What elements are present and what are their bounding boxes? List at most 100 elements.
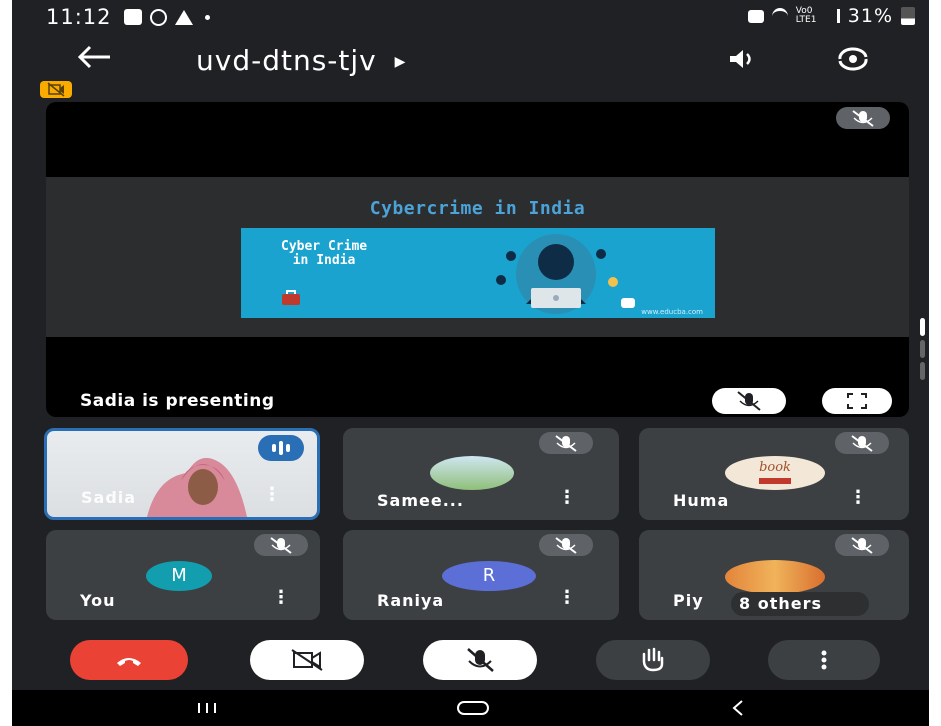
hand-icon — [642, 647, 664, 672]
mic-off-icon — [851, 435, 873, 452]
mic-off-icon — [467, 648, 494, 672]
avatar-initial: R — [442, 561, 536, 591]
dot-icon — [204, 14, 210, 20]
avatar: book — [725, 456, 825, 490]
speaking-indicator — [258, 435, 304, 461]
camera-off-icon — [291, 649, 323, 671]
camera-toggle-button[interactable] — [250, 640, 364, 680]
camera-status-icon — [747, 9, 764, 23]
participant-name: Piy — [673, 591, 704, 610]
participant-tile-sadia[interactable]: Sadia ⋮ — [44, 428, 320, 520]
mic-off-icon — [555, 435, 577, 452]
camera-off-icon — [47, 82, 65, 97]
camera-off-badge — [40, 81, 72, 98]
presentation-mic-badge — [836, 107, 890, 129]
page-indicator-active — [920, 318, 925, 336]
home-button[interactable] — [456, 700, 490, 716]
slide-image-text-line1: Cyber Crime — [281, 239, 368, 254]
more-options-button[interactable] — [768, 640, 880, 680]
home-icon — [457, 701, 489, 715]
status-bar: 11:12 Vo0 LTE1 31% — [12, 0, 929, 30]
flip-camera-button[interactable] — [836, 46, 870, 76]
recent-apps-icon — [198, 703, 216, 713]
participant-name: Sadia — [81, 488, 137, 507]
avatar-initial: M — [146, 561, 212, 591]
nav-back-icon — [732, 700, 743, 716]
meeting-title[interactable]: uvd-dtns-tjv ▶ — [196, 44, 406, 77]
avatar-stripe — [759, 478, 791, 484]
muted-badge — [835, 534, 889, 556]
arrow-left-icon — [77, 45, 110, 69]
mute-presentation-button[interactable] — [712, 388, 786, 414]
participant-tile-you[interactable]: M You ⋮ — [46, 530, 320, 620]
avatar — [725, 560, 825, 594]
presenting-label: Sadia is presenting — [80, 391, 275, 411]
more-vert-icon[interactable]: ⋮ — [263, 484, 281, 505]
app-bar: uvd-dtns-tjv ▶ — [12, 36, 929, 84]
phone-hangup-icon — [117, 658, 141, 666]
battery-percent: 31% — [847, 5, 893, 27]
audio-level-icon — [272, 441, 290, 455]
mic-off-icon — [852, 110, 874, 127]
gallery-icon — [123, 9, 142, 25]
nav-back-button[interactable] — [728, 698, 748, 718]
participant-tile-samee[interactable]: Samee... ⋮ — [343, 428, 619, 520]
android-nav-bar — [12, 690, 929, 726]
mic-off-icon — [270, 537, 292, 554]
page-indicator-inactive — [920, 362, 925, 380]
more-vert-icon — [821, 650, 827, 670]
more-vert-icon[interactable]: ⋮ — [558, 487, 576, 508]
slide-image-text: Cyber Crime in India — [281, 240, 367, 268]
avatar — [430, 456, 514, 490]
mic-off-icon — [737, 391, 761, 411]
fullscreen-button[interactable] — [822, 388, 892, 414]
participant-tile-others[interactable]: Piy 8 others — [639, 530, 909, 620]
mic-off-icon — [555, 537, 577, 554]
others-count-pill[interactable]: 8 others — [731, 592, 869, 616]
network-label: Vo0 LTE1 — [795, 6, 817, 25]
recent-apps-button[interactable] — [192, 700, 222, 716]
avatar-text: book — [759, 460, 791, 475]
meeting-code: uvd-dtns-tjv — [196, 44, 377, 77]
drive-icon — [174, 9, 193, 25]
more-vert-icon[interactable]: ⋮ — [849, 487, 867, 508]
muted-badge — [254, 534, 308, 556]
mic-off-icon — [851, 537, 873, 554]
muted-badge — [539, 432, 593, 454]
wifi-icon — [771, 7, 788, 25]
speaker-icon — [730, 50, 751, 68]
presentation-view[interactable]: Cybercrime in India Cyber Crime in India… — [46, 102, 909, 417]
slide-image: Cyber Crime in India www.educba.com — [241, 228, 715, 318]
meet-call-screen: 11:12 Vo0 LTE1 31% uvd-dtns-tjv ▶ Cyberc… — [12, 0, 929, 726]
participant-name: Raniya — [377, 591, 445, 610]
participant-name: Samee... — [377, 491, 464, 510]
more-vert-icon[interactable]: ⋮ — [272, 587, 290, 608]
muted-badge — [539, 534, 593, 556]
participant-name: You — [80, 591, 116, 610]
flip-camera-icon — [838, 47, 868, 71]
participant-tile-raniya[interactable]: R Raniya ⋮ — [343, 530, 619, 620]
end-call-button[interactable] — [70, 640, 188, 680]
microphone-toggle-button[interactable] — [423, 640, 537, 680]
lock-icon — [282, 290, 300, 305]
whatsapp-icon — [149, 8, 167, 26]
page-indicator-inactive — [920, 340, 925, 358]
battery-icon — [901, 7, 915, 25]
slide-image-url: www.educba.com — [641, 308, 703, 316]
participant-person-video — [147, 457, 247, 517]
participant-name: Huma — [673, 491, 730, 510]
raise-hand-button[interactable] — [596, 640, 710, 680]
back-button[interactable] — [74, 42, 114, 80]
muted-badge — [835, 432, 889, 454]
others-count: 8 others — [739, 594, 822, 613]
page-indicator — [920, 318, 925, 384]
signal-icon — [826, 9, 840, 23]
slide-title: Cybercrime in India — [369, 198, 586, 219]
speaker-button[interactable] — [728, 48, 756, 74]
hacker-illustration — [496, 234, 635, 314]
more-vert-icon[interactable]: ⋮ — [558, 587, 576, 608]
participant-tile-huma[interactable]: book Huma ⋮ — [639, 428, 909, 520]
chevron-right-icon: ▶ — [394, 54, 407, 70]
fullscreen-icon — [847, 393, 867, 409]
slide-image-text-line2: in India — [292, 253, 356, 268]
